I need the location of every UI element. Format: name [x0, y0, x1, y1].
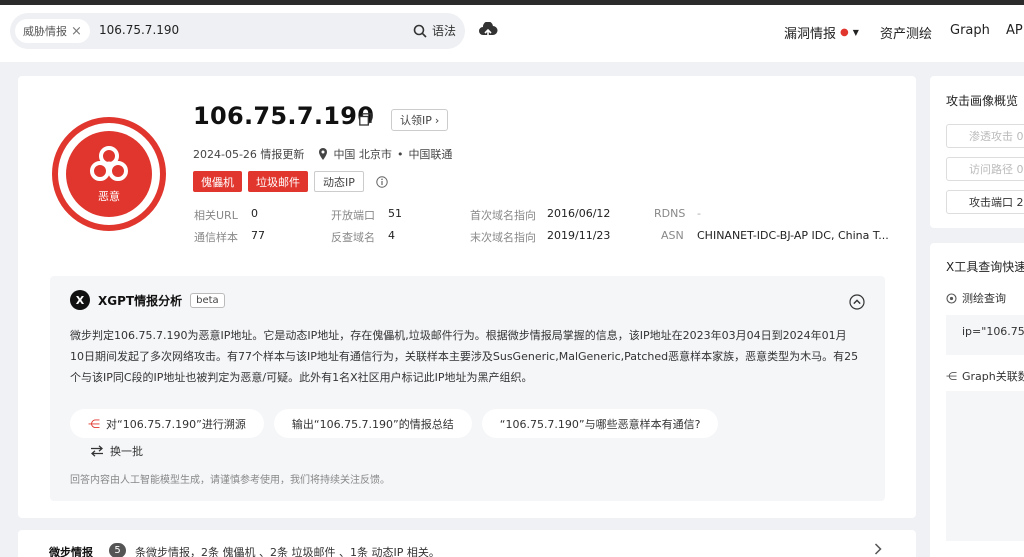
- chevron-down-icon: ▼: [852, 28, 859, 37]
- suggestion-chip-trace[interactable]: ⋲ 对“106.75.7.190”进行溯源: [70, 409, 264, 438]
- xgpt-header: X XGPT情报分析 beta: [70, 290, 225, 310]
- stat-comm-samples[interactable]: 通信样本 77: [194, 229, 265, 245]
- stat-reverse-domains[interactable]: 反查域名 4: [331, 229, 395, 245]
- profile-box[interactable]: 渗透攻击 0: [946, 124, 1024, 148]
- stat-rdns: RDNS -: [654, 207, 701, 220]
- fire-icon: ●: [840, 27, 849, 38]
- threatbook-intel-card[interactable]: 微步情报 5 条微步情报，2条 傀儡机 、2条 垃圾邮件 、1条 动态IP 相关…: [18, 530, 916, 557]
- isp-text: 中国联通: [408, 148, 453, 161]
- threat-tags: 傀儡机 垃圾邮件 动态IP: [193, 171, 388, 192]
- biohazard-icon: [90, 146, 128, 181]
- top-strip: [0, 0, 1024, 5]
- intel-count-badge: 5: [109, 543, 126, 557]
- intel-section-title: 微步情报: [49, 546, 93, 557]
- info-icon[interactable]: [376, 175, 388, 188]
- verdict-label: 恶意: [98, 190, 120, 203]
- graph-icon: ⋲: [946, 369, 957, 383]
- search-scope-tag[interactable]: 威胁情报 ×: [15, 19, 90, 43]
- location-pin-icon: [319, 148, 328, 160]
- syntax-button[interactable]: 语法: [413, 22, 456, 39]
- nav-asset-mapping[interactable]: 资产测绘: [880, 23, 932, 42]
- stat-asn: ASN CHINANET-IDC-BJ-AP IDC, China T...: [661, 229, 889, 242]
- cloud-upload-icon[interactable]: [478, 21, 498, 43]
- threat-tag[interactable]: 傀儡机: [193, 171, 242, 192]
- nav-api[interactable]: API: [1006, 23, 1024, 38]
- location-text: 中国 北京市: [333, 148, 392, 161]
- ai-disclaimer: 回答内容由人工智能模型生成，请谨慎参考使用，我们将持续关注反馈。: [70, 475, 390, 486]
- ip-address-title: 106.75.7.190: [193, 102, 375, 130]
- stat-last-domain: 末次域名指向 2019/11/23: [470, 229, 611, 244]
- xgpt-analysis-panel: X XGPT情报分析 beta 微步判定106.75.7.190为恶意IP地址。…: [50, 276, 885, 501]
- profile-box[interactable]: 攻击端口 2: [946, 190, 1024, 214]
- verdict-badge-inner: 恶意: [66, 131, 152, 217]
- search-bar[interactable]: 威胁情报 × 106.75.7.190 语法: [10, 13, 465, 49]
- attack-profile-title: 攻击画像概览: [946, 94, 1019, 108]
- profile-box[interactable]: 访问路径 0: [946, 157, 1024, 181]
- separator-dot: •: [396, 147, 404, 161]
- threat-tag[interactable]: 垃圾邮件: [248, 171, 308, 192]
- claim-ip-label: 认领IP: [400, 114, 432, 127]
- nav-graph[interactable]: Graph: [950, 23, 990, 38]
- survey-query[interactable]: 测绘查询: [946, 290, 1006, 306]
- collapse-icon[interactable]: [849, 294, 865, 313]
- claim-ip-button[interactable]: 认领IP ›: [391, 109, 449, 131]
- dynamic-ip-tag[interactable]: 动态IP: [314, 171, 364, 192]
- graph-preview: [946, 391, 1024, 541]
- search-icon: [413, 24, 427, 38]
- suggested-questions: ⋲ 对“106.75.7.190”进行溯源 输出“106.75.7.190”的情…: [70, 409, 719, 438]
- stat-related-url[interactable]: 相关URL 0: [194, 207, 258, 223]
- target-icon: [946, 292, 957, 304]
- refresh-suggestions-button[interactable]: 换一批: [90, 443, 143, 459]
- graph-relations[interactable]: ⋲ Graph关联数: [946, 368, 1024, 384]
- intel-summary: 条微步情报，2条 傀儡机 、2条 垃圾邮件 、1条 动态IP 相关。: [135, 546, 440, 557]
- xgpt-logo-icon: X: [70, 290, 90, 310]
- ip-detail-card: 恶意 106.75.7.190 认领IP › 2024-05-26 情报更新 中…: [18, 76, 916, 518]
- x-tools-card: X工具查询快速 测绘查询 ip="106.75.7 ⋲ Graph关联数: [930, 243, 1024, 557]
- verdict-badge: 恶意: [52, 117, 166, 231]
- suggestion-chip-summary[interactable]: 输出“106.75.7.190”的情报总结: [273, 409, 472, 438]
- xgpt-analysis-text: 微步判定106.75.7.190为恶意IP地址。它是动态IP地址，存在傀儡机,垃…: [70, 329, 859, 384]
- survey-code[interactable]: ip="106.75.7: [946, 315, 1024, 355]
- location: 中国 北京市 • 中国联通: [318, 146, 452, 162]
- nav-vuln-label: 漏洞情报: [784, 27, 837, 42]
- x-tools-title: X工具查询快速: [946, 260, 1024, 274]
- top-bar: 威胁情报 × 106.75.7.190 语法 漏洞情报 ● ▼ 资产测绘 Gra…: [0, 0, 1024, 62]
- stat-first-domain: 首次域名指向 2016/06/12: [470, 207, 611, 222]
- search-input[interactable]: 106.75.7.190: [99, 23, 179, 37]
- syntax-label: 语法: [432, 24, 457, 38]
- stat-open-ports[interactable]: 开放端口 51: [331, 207, 402, 223]
- copy-icon[interactable]: [359, 113, 372, 129]
- nav-vuln-intel[interactable]: 漏洞情报 ● ▼: [784, 23, 859, 42]
- suggestion-chip-samples[interactable]: “106.75.7.190”与哪些恶意样本有通信?: [481, 409, 719, 438]
- xgpt-title: XGPT情报分析: [98, 293, 183, 308]
- swap-icon: [91, 445, 103, 457]
- chevron-right-icon: ›: [434, 113, 440, 127]
- ip-meta: 2024-05-26 情报更新 中国 北京市 • 中国联通: [193, 146, 452, 162]
- attack-profile-card: 攻击画像概览 渗透攻击 0 访问路径 0 攻击端口 2: [930, 76, 1024, 228]
- beta-badge: beta: [190, 292, 225, 308]
- chevron-right-icon[interactable]: [874, 543, 882, 557]
- update-date: 2024-05-26 情报更新: [193, 148, 305, 161]
- close-icon[interactable]: ×: [71, 24, 82, 39]
- search-scope-label: 威胁情报: [23, 25, 67, 38]
- trace-icon: ⋲: [88, 416, 100, 431]
